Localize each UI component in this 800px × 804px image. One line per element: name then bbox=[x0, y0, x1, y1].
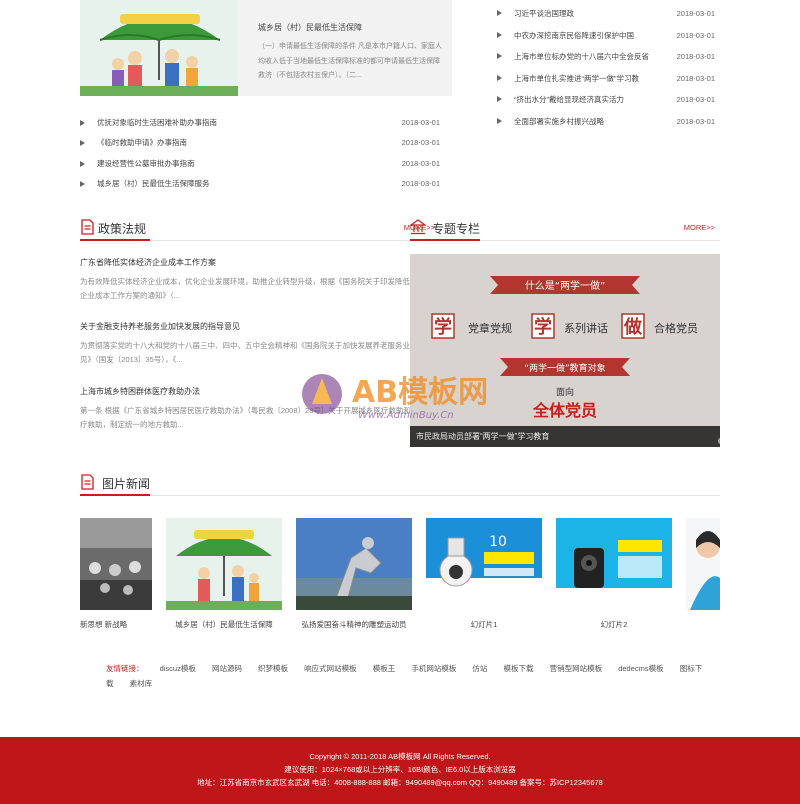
section-underline bbox=[80, 494, 150, 496]
feature-title[interactable]: 城乡居（村）民最低生活保障 bbox=[258, 22, 362, 33]
friend-link[interactable]: 手机网站模板 bbox=[411, 664, 456, 673]
picture-item[interactable]: 10 幻灯片1 bbox=[426, 518, 542, 630]
svg-text:全体党员: 全体党员 bbox=[532, 401, 597, 420]
picture-item[interactable]: 弘扬爱国奋斗精神的雕塑运动员 bbox=[296, 518, 412, 630]
section-title: 图片新闻 bbox=[102, 477, 151, 491]
more-link[interactable]: MORE>> bbox=[684, 223, 715, 232]
picture-thumbnail[interactable] bbox=[556, 518, 672, 610]
footer-browser-note: 建议使用：1024×768或以上分辨率、16BI颜色、IE6.0以上版本浏览器 bbox=[284, 765, 516, 774]
policy-item-desc: 为有效降低实体经济企业成本，优化企业发展环境，助推企业转型升级，根据《国务院关于… bbox=[80, 277, 440, 300]
policy-item-title[interactable]: 关于金融支持养老服务业加快发展的指导意见 bbox=[80, 320, 440, 334]
watermark-logo: AB模板网 Www.AdminBuy.Cn bbox=[298, 362, 498, 442]
news-list-left: 优抚对象临时生活困难补助办事指南 2018-03-01 《临时救助申请》办事指南 2… bbox=[80, 113, 440, 194]
picture-thumbnail[interactable] bbox=[80, 518, 152, 610]
triangle-bullet-icon bbox=[497, 117, 502, 124]
feature-description: （一）申请最低生活保障的条件 凡是本市户籍人口、家庭人均收入低于当地最低生活保障… bbox=[258, 43, 442, 79]
friend-link[interactable]: dedecms模板 bbox=[618, 664, 663, 673]
svg-text:10: 10 bbox=[489, 534, 507, 550]
picture-news-section-header: 图片新闻 bbox=[80, 472, 720, 496]
picture-thumbnail[interactable] bbox=[686, 518, 720, 610]
triangle-bullet-icon bbox=[80, 180, 85, 187]
triangle-bullet-icon bbox=[497, 53, 502, 59]
watermark-brand: AB模板网 bbox=[352, 375, 488, 410]
triangle-bullet-icon bbox=[80, 140, 85, 147]
picture-news-row: 新思想 新战略 城乡居（村）民最低生活保障 弘扬爱国奋斗精神的雕塑运动员 10 … bbox=[80, 518, 720, 630]
friend-link[interactable]: 营销型网站模板 bbox=[550, 664, 603, 673]
news-list-right: 习近平谈治国理政 2018-03-01 中农办深挖南京民俗降速引保护中国 2018-… bbox=[497, 3, 715, 132]
list-item[interactable]: 中农办深挖南京民俗降速引保护中国 2018-03-01 bbox=[497, 25, 715, 47]
picture-item[interactable] bbox=[686, 518, 720, 610]
list-item[interactable]: 上海市单位扎实推进“两学一做”学习教 2018-03-01 bbox=[497, 68, 715, 90]
triangle-bullet-icon bbox=[80, 160, 85, 167]
picture-item[interactable]: 幻灯片2 bbox=[556, 518, 672, 630]
friend-link[interactable]: 响应式网站模板 bbox=[304, 664, 357, 673]
svg-text:面向: 面向 bbox=[556, 386, 574, 398]
friend-link[interactable]: 网站源码 bbox=[212, 664, 242, 673]
feature-image[interactable] bbox=[80, 0, 238, 96]
friend-link[interactable]: 素材库 bbox=[130, 679, 153, 688]
list-item[interactable]: 《临时救助申请》办事指南 2018-03-01 bbox=[80, 133, 440, 153]
triangle-bullet-icon bbox=[497, 74, 502, 81]
list-item[interactable]: “挤出水分”戴给显现经济真实活力 2018-03-01 bbox=[497, 89, 715, 111]
triangle-bullet-icon bbox=[497, 96, 502, 102]
svg-text:合格党员: 合格党员 bbox=[654, 321, 698, 335]
footer-contact: 地址：江苏省南京市玄武区玄武湖 电话：4008-888-888 邮箱：94904… bbox=[197, 778, 603, 787]
bank-icon bbox=[409, 219, 427, 235]
banner-headline: 什么是“两学一做” bbox=[525, 279, 605, 292]
section-title: 政策法规 bbox=[98, 222, 147, 236]
picture-caption[interactable]: 新思想 新战略 bbox=[80, 619, 152, 630]
list-item[interactable]: 上海市单位标办党的十八届六中全会反省 2018-03-01 bbox=[497, 46, 715, 68]
document-icon bbox=[80, 474, 94, 490]
picture-item[interactable]: 城乡居（村）民最低生活保障 bbox=[166, 518, 282, 630]
friend-link[interactable]: 织梦模板 bbox=[258, 664, 288, 673]
section-underline bbox=[410, 239, 480, 241]
svg-text:学: 学 bbox=[434, 316, 452, 338]
svg-text:学: 学 bbox=[534, 316, 552, 338]
footer-copyright: Copyright © 2011-2018 AB模板网 All Rights R… bbox=[309, 752, 491, 761]
list-item[interactable]: 全面部署实施乡村振兴战略 2018-03-01 bbox=[497, 111, 715, 133]
list-item[interactable]: 建设经营性公墓审批办事指南 2018-03-01 bbox=[80, 154, 440, 174]
slider-dot[interactable] bbox=[718, 438, 720, 444]
picture-caption[interactable]: 幻灯片1 bbox=[426, 619, 542, 630]
friend-link[interactable]: 仿站 bbox=[472, 664, 487, 673]
site-footer: Copyright © 2011-2018 AB模板网 All Rights R… bbox=[0, 737, 800, 804]
triangle-bullet-icon bbox=[497, 10, 502, 16]
svg-text:“两学一做”教育对象: “两学一做”教育对象 bbox=[524, 362, 605, 374]
section-title: 专题专栏 bbox=[432, 222, 481, 236]
triangle-bullet-icon bbox=[80, 120, 85, 126]
list-item[interactable]: 习近平谈治国理政 2018-03-01 bbox=[497, 3, 715, 25]
list-item[interactable]: 优抚对象临时生活困难补助办事指南 2018-03-01 bbox=[80, 113, 440, 133]
policy-item: 广东省降低实体经济企业成本工作方案 为有效降低实体经济企业成本，优化企业发展环境… bbox=[80, 256, 440, 303]
svg-text:做: 做 bbox=[623, 316, 643, 338]
watermark-url: Www.AdminBuy.Cn bbox=[358, 410, 454, 421]
policy-section-header: 政策法规 MORE>> bbox=[80, 217, 440, 241]
friend-link[interactable]: 模板王 bbox=[373, 664, 396, 673]
section-underline bbox=[80, 239, 150, 241]
picture-thumbnail[interactable] bbox=[166, 518, 282, 610]
picture-caption[interactable]: 幻灯片2 bbox=[556, 619, 672, 630]
picture-thumbnail[interactable] bbox=[296, 518, 412, 610]
document-icon bbox=[80, 219, 94, 235]
picture-thumbnail[interactable]: 10 bbox=[426, 518, 542, 610]
friend-links-label: 友情链接： bbox=[106, 664, 144, 673]
svg-text:系列讲话: 系列讲话 bbox=[564, 321, 608, 335]
feature-news[interactable]: 城乡居（村）民最低生活保障 （一）申请最低生活保障的条件 凡是本市户籍人口、家庭… bbox=[80, 0, 452, 96]
friend-link[interactable]: 模板下载 bbox=[504, 664, 534, 673]
picture-caption[interactable]: 城乡居（村）民最低生活保障 bbox=[166, 619, 282, 630]
policy-item: 关于金融支持养老服务业加快发展的指导意见 为贯彻落实党的十八大和党的十八届三中、… bbox=[80, 320, 440, 367]
list-item[interactable]: 城乡居（村）民最低生活保障服务 2018-03-01 bbox=[80, 174, 440, 194]
policy-item-title[interactable]: 广东省降低实体经济企业成本工作方案 bbox=[80, 256, 440, 270]
topic-section-header: 专题专栏 MORE>> bbox=[409, 217, 720, 241]
friend-link[interactable]: discuz模板 bbox=[160, 664, 196, 673]
picture-item[interactable]: 新思想 新战略 bbox=[80, 518, 152, 630]
triangle-bullet-icon bbox=[497, 31, 502, 38]
friend-links: 友情链接： discuz模板 网站源码 织梦模板 响应式网站模板 模板王 手机网… bbox=[106, 661, 706, 691]
svg-text:党章党规: 党章党规 bbox=[468, 321, 512, 335]
picture-caption[interactable]: 弘扬爱国奋斗精神的雕塑运动员 bbox=[296, 619, 412, 630]
